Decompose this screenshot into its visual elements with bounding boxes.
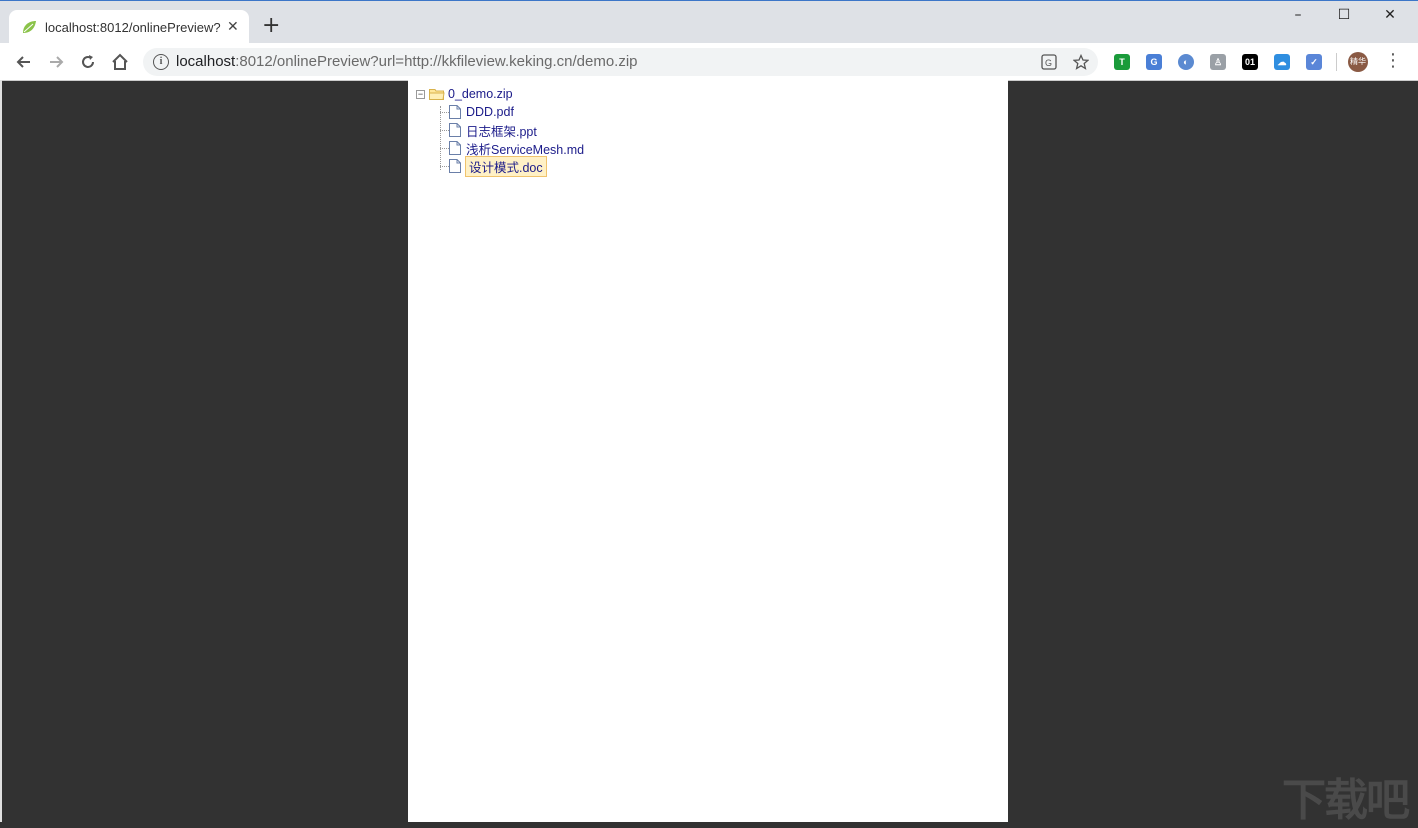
tree-file-label[interactable]: DDD.pdf	[465, 104, 517, 120]
profile-avatar[interactable]: 精华	[1348, 52, 1368, 72]
tree-branch-line	[440, 130, 449, 131]
circle-extension-icon[interactable]: ◐	[1178, 54, 1194, 70]
preview-panel: − 0_demo.zip DDD.pdf 日志框架.ppt 浅析ServiceMes…	[408, 80, 1008, 822]
tree-file-node[interactable]: DDD.pdf	[440, 103, 587, 121]
folder-open-icon	[429, 89, 445, 100]
tree-root-label[interactable]: 0_demo.zip	[447, 86, 516, 102]
close-window-button[interactable]: ✕	[1367, 7, 1413, 27]
tree-file-label[interactable]: 设计模式.doc	[465, 155, 547, 177]
file-icon	[449, 105, 461, 119]
tree-file-node[interactable]: 设计模式.doc	[440, 155, 587, 177]
file-tree: − 0_demo.zip DDD.pdf 日志框架.ppt 浅析ServiceMes…	[416, 85, 587, 177]
tree-connector-line	[440, 106, 441, 170]
leaf-favicon-icon	[23, 21, 36, 33]
file-icon	[449, 141, 461, 155]
url-path: :8012/onlinePreview?url=http://kkfilevie…	[235, 53, 638, 70]
url-host: localhost	[176, 53, 236, 70]
tab-close-icon[interactable]: ✕	[227, 19, 239, 35]
left-edge-strip	[0, 80, 2, 822]
file-icon	[449, 123, 461, 137]
binary-extension-icon[interactable]: 01	[1242, 54, 1258, 70]
home-icon[interactable]	[110, 52, 130, 72]
tree-root-node[interactable]: − 0_demo.zip	[416, 85, 587, 103]
collapse-icon[interactable]: −	[416, 89, 425, 99]
translate-extension-icon[interactable]: G	[1146, 54, 1162, 70]
svg-text:G: G	[1045, 58, 1052, 68]
site-info-icon[interactable]: i	[153, 54, 169, 70]
back-arrow-icon[interactable]	[14, 52, 34, 72]
forward-arrow-icon[interactable]	[46, 52, 66, 72]
reload-icon[interactable]	[78, 52, 98, 72]
new-tab-button[interactable]: +	[262, 15, 280, 37]
browser-toolbar: i localhost:8012/onlinePreview?url=http:…	[0, 43, 1418, 81]
bird-extension-icon[interactable]: ✓	[1306, 54, 1322, 70]
cloud-extension-icon[interactable]: ☁	[1274, 54, 1290, 70]
tree-file-node[interactable]: 浅析ServiceMesh.md	[440, 139, 587, 157]
url-text[interactable]: localhost:8012/onlinePreview?url=http://…	[176, 53, 638, 70]
browser-tab[interactable]: localhost:8012/onlinePreview? ✕	[9, 10, 249, 44]
watermark-logo: 下载吧	[1282, 775, 1410, 826]
file-icon	[449, 159, 461, 173]
shield-extension-icon[interactable]: T	[1114, 54, 1130, 70]
toolbar-divider	[1336, 53, 1337, 71]
tree-branch-line	[440, 148, 449, 149]
tree-file-node[interactable]: 日志框架.ppt	[440, 121, 587, 139]
address-bar[interactable]: i localhost:8012/onlinePreview?url=http:…	[143, 48, 1098, 76]
tab-title: localhost:8012/onlinePreview?	[45, 19, 221, 35]
browser-chrome: localhost:8012/onlinePreview? ✕ + – ☐ ✕ …	[0, 0, 1418, 81]
bookmark-star-icon[interactable]	[1073, 54, 1089, 70]
tree-branch-line	[440, 166, 449, 167]
translate-page-icon[interactable]: G	[1041, 54, 1057, 70]
tree-branch-line	[440, 112, 449, 113]
minimize-button[interactable]: –	[1275, 7, 1321, 27]
maximize-button[interactable]: ☐	[1321, 7, 1367, 27]
tree-extension-icon[interactable]: ♙	[1210, 54, 1226, 70]
kebab-menu-icon[interactable]: ⋮	[1384, 51, 1402, 71]
